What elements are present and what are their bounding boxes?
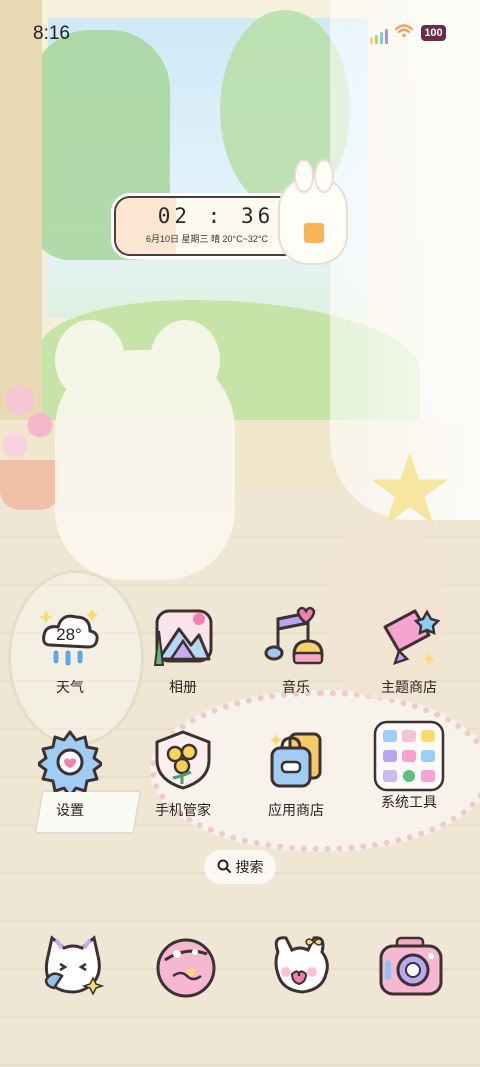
- battery-icon: 100: [421, 25, 446, 41]
- settings-gear-icon: [36, 728, 104, 798]
- system-tools-folder-icon: [373, 720, 445, 792]
- status-time: 8:16: [33, 23, 70, 44]
- app-system-tools-folder[interactable]: 系统工具: [359, 720, 459, 812]
- music-note-icon: [264, 605, 328, 669]
- app-weather[interactable]: 28° 天气: [20, 605, 120, 697]
- clock-date-weather: 6月10日 星期三 晴 20°C~32°C: [146, 234, 268, 244]
- bunny-fries-icon: [278, 159, 348, 265]
- dock-messages[interactable]: [264, 932, 334, 1002]
- wallpaper-flower-pot: [0, 460, 60, 510]
- app-label: 手机管家: [155, 802, 211, 818]
- app-settings[interactable]: 设置: [20, 728, 120, 820]
- signal-strength-icon: [370, 26, 388, 44]
- status-bar: 8:16 100: [0, 0, 480, 60]
- wallpaper-bunny: [55, 320, 235, 580]
- app-label: 应用商店: [268, 802, 324, 818]
- app-gallery[interactable]: 相册: [133, 605, 233, 697]
- weather-cloud-icon: 28°: [38, 605, 102, 669]
- app-label: 系统工具: [381, 794, 437, 810]
- messages-bunny-icon: [274, 936, 329, 994]
- phone-cat-icon: [44, 935, 105, 996]
- app-phone-manager[interactable]: 手机管家: [133, 728, 233, 820]
- search-label: 搜索: [235, 859, 264, 875]
- phone-manager-icon: [151, 728, 215, 792]
- dock-browser[interactable]: [151, 932, 221, 1002]
- theme-store-icon: [377, 605, 441, 669]
- gallery-mountain-icon: [151, 605, 215, 669]
- app-store-bag-icon: [264, 728, 328, 792]
- app-label: 天气: [56, 679, 84, 695]
- home-screen: ★ 8:16 100 02 : 36 6月10日 星期三 晴 20°C~32°C: [0, 0, 480, 1067]
- app-label: 设置: [56, 802, 84, 818]
- app-label: 主题商店: [381, 679, 437, 695]
- camera-icon: [379, 936, 443, 996]
- app-label: 相册: [169, 679, 197, 695]
- search-icon: [217, 859, 231, 876]
- search-button[interactable]: 搜索: [204, 850, 276, 884]
- svg-text:28°: 28°: [56, 625, 82, 644]
- app-theme-store[interactable]: 主题商店: [359, 605, 459, 697]
- dock-camera[interactable]: [377, 932, 447, 1002]
- wifi-icon: [394, 24, 414, 38]
- app-music[interactable]: 音乐: [246, 605, 346, 697]
- dock-phone[interactable]: [38, 932, 108, 1002]
- app-label: 音乐: [282, 679, 310, 695]
- app-app-store[interactable]: 应用商店: [246, 728, 346, 820]
- browser-planet-icon: [156, 938, 216, 998]
